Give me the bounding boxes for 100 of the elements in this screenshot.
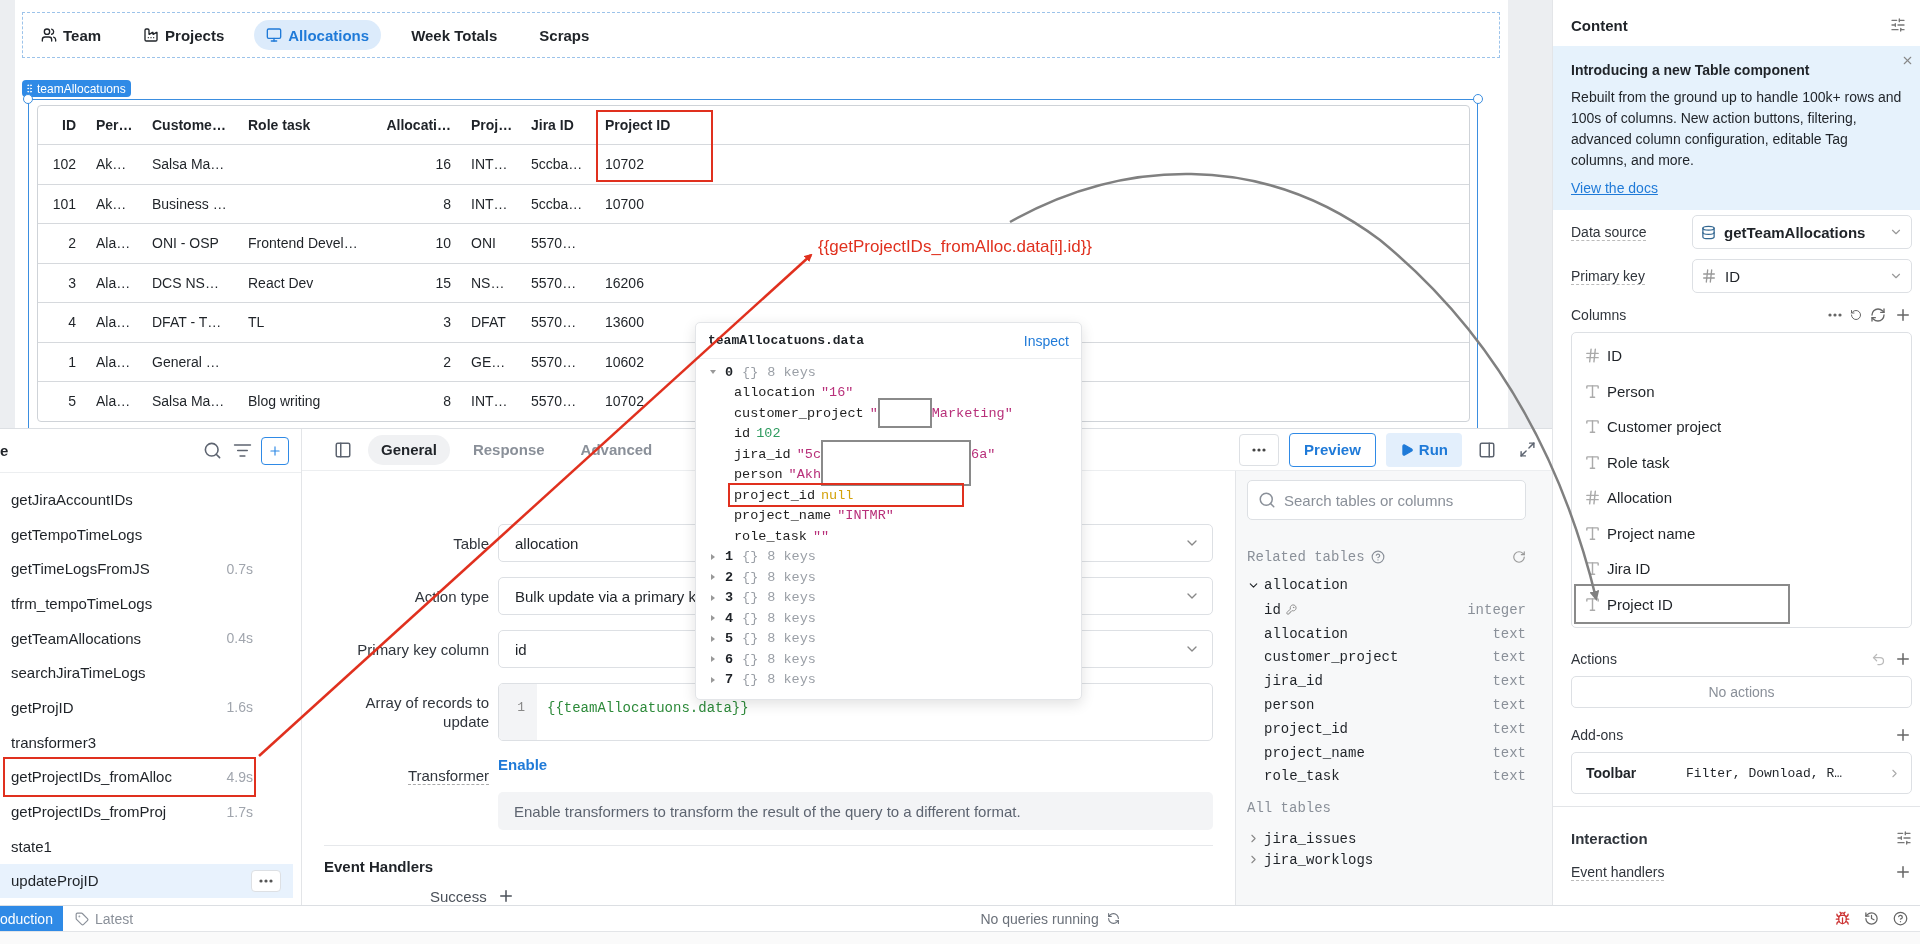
tree-node[interactable]: 6 {} 8 keys [696, 649, 1081, 670]
resize-handle[interactable] [23, 94, 33, 104]
component-label[interactable]: teamAllocatuons [22, 80, 131, 97]
table-cell: Business … [152, 195, 227, 212]
grip-icon [24, 83, 35, 94]
column-header[interactable]: Role task [248, 117, 311, 133]
hash-icon [1701, 268, 1717, 284]
column-item[interactable]: Project ID [1572, 586, 1911, 622]
table-cell: ONI - OSP [152, 235, 219, 252]
add-button[interactable] [261, 436, 289, 465]
refresh-icon[interactable] [1870, 307, 1886, 323]
query-item[interactable]: searchJiraTimeLogs [0, 655, 293, 691]
query-item[interactable]: getProjectIDs_fromAlloc 4.9s [0, 759, 293, 795]
tab[interactable]: Allocations [254, 20, 382, 50]
table-cell: DFAT - T… [152, 314, 222, 331]
tab[interactable]: Team [29, 20, 114, 50]
field-label: Primary key [1571, 267, 1645, 285]
column-item[interactable]: Jira ID [1572, 551, 1911, 587]
column-header[interactable]: Per… [96, 117, 133, 133]
table-cell: Ak… [96, 195, 127, 212]
column-item[interactable]: Allocation [1572, 480, 1911, 516]
section-title: Related tables [1247, 549, 1365, 565]
query-item[interactable]: tfrm_tempoTimeLogs [0, 586, 293, 621]
sync-icon [1106, 912, 1120, 925]
field-label: Event handlers [1571, 863, 1665, 881]
bug-icon[interactable] [1835, 911, 1850, 926]
tree-node[interactable]: 4 {} 8 keys [696, 608, 1081, 629]
inspect-link[interactable]: Inspect [1023, 332, 1069, 349]
tree-node[interactable]: 3 {} 8 keys [696, 587, 1081, 608]
query-item[interactable]: state1 [0, 828, 293, 864]
table-item[interactable]: jira_worklogs [1247, 849, 1526, 871]
select-field[interactable]: ID [1692, 259, 1912, 293]
enable-link[interactable]: Enable [498, 746, 548, 773]
query-item[interactable]: getProjectIDs_fromProj 1.7s [0, 794, 293, 829]
run-button[interactable]: Run [1385, 432, 1462, 467]
query-item[interactable]: getTeamAllocations 0.4s [0, 620, 293, 656]
add-icon[interactable] [1894, 863, 1912, 881]
column-item[interactable]: Project name [1572, 515, 1911, 551]
column-item[interactable]: Customer project [1572, 409, 1911, 445]
table-cell: 5570… [531, 393, 577, 410]
column-header[interactable]: Allocati… [386, 117, 451, 133]
select-field[interactable]: getTeamAllocations [1692, 215, 1912, 249]
text-type-icon [1584, 453, 1601, 471]
table-item[interactable]: allocation [1247, 572, 1526, 598]
history-icon[interactable] [1864, 911, 1879, 926]
add-icon[interactable] [1894, 306, 1912, 324]
table-cell: 5 [68, 393, 76, 410]
table-cell: 5570… [531, 274, 577, 291]
more-icon[interactable] [1828, 313, 1842, 317]
more-button[interactable] [251, 869, 281, 892]
field-label: Array of records to update [364, 693, 489, 732]
query-item[interactable]: getProjID 1.6s [0, 690, 293, 725]
column-item[interactable]: Person [1572, 373, 1911, 409]
section-title: Content [1571, 16, 1628, 34]
preview-button[interactable]: Preview [1289, 432, 1376, 467]
help-icon[interactable] [1893, 911, 1908, 926]
tab[interactable]: General [368, 434, 450, 465]
refresh-icon[interactable] [1512, 550, 1526, 564]
column-item[interactable]: Role task [1572, 444, 1911, 480]
resize-handle[interactable] [1473, 94, 1483, 104]
tab[interactable]: Projects [131, 20, 237, 50]
tree-field: allocation "16" [696, 382, 1081, 403]
table-cell: 4 [68, 314, 76, 331]
close-icon[interactable] [1901, 54, 1914, 67]
tree-node[interactable]: 1 {} 8 keys [696, 546, 1081, 567]
info-note: Enable transformers to transform the result of the query to a different format. [498, 792, 1213, 830]
query-item[interactable]: getJiraAccountIDs [0, 482, 293, 517]
query-item[interactable]: transformer3 [0, 724, 293, 760]
table-cell: INT… [471, 393, 508, 410]
tree-node[interactable]: 2 {} 8 keys [696, 567, 1081, 588]
column-header[interactable]: ID [62, 117, 76, 133]
reset-icon[interactable] [1850, 309, 1862, 321]
settings-icon[interactable] [1896, 830, 1912, 846]
docs-link[interactable]: View the docs [1571, 180, 1902, 196]
tree-node[interactable]: 0 {} 8 keys [696, 362, 1081, 383]
query-item[interactable]: getTimeLogsFromJS 0.7s [0, 551, 293, 587]
column-item[interactable]: ID [1572, 338, 1911, 374]
more-icon [1252, 447, 1267, 452]
query-item[interactable]: getTempoTimeLogs [0, 516, 293, 552]
column-header[interactable]: Proj… [471, 117, 513, 133]
add-icon[interactable] [1894, 650, 1912, 668]
environment-badge[interactable]: oduction [0, 906, 63, 931]
tree-node[interactable]: 5 {} 8 keys [696, 628, 1081, 649]
column-type: text [1492, 768, 1526, 785]
settings-icon[interactable] [1890, 17, 1906, 33]
column-type: text [1492, 720, 1526, 737]
tree-field: customer_project " Marketing" [696, 403, 1081, 424]
section-title: All tables [1247, 800, 1332, 819]
table-item[interactable]: jira_issues [1247, 828, 1526, 850]
table-cell: Ala… [96, 393, 131, 410]
addon-item[interactable]: Toolbar Filter, Download, R… [1571, 752, 1912, 794]
query-item[interactable]: updateProjID [0, 863, 293, 899]
table-cell: 8 [443, 195, 451, 212]
add-icon[interactable] [1894, 726, 1912, 744]
column-header[interactable]: Jira ID [531, 117, 574, 133]
column-name: id [1264, 601, 1281, 618]
column-header[interactable]: Project ID [605, 117, 671, 133]
column-header[interactable]: Custome… [152, 117, 226, 133]
tab[interactable]: Scraps [527, 20, 602, 50]
tab[interactable]: Week Totals [399, 20, 510, 50]
